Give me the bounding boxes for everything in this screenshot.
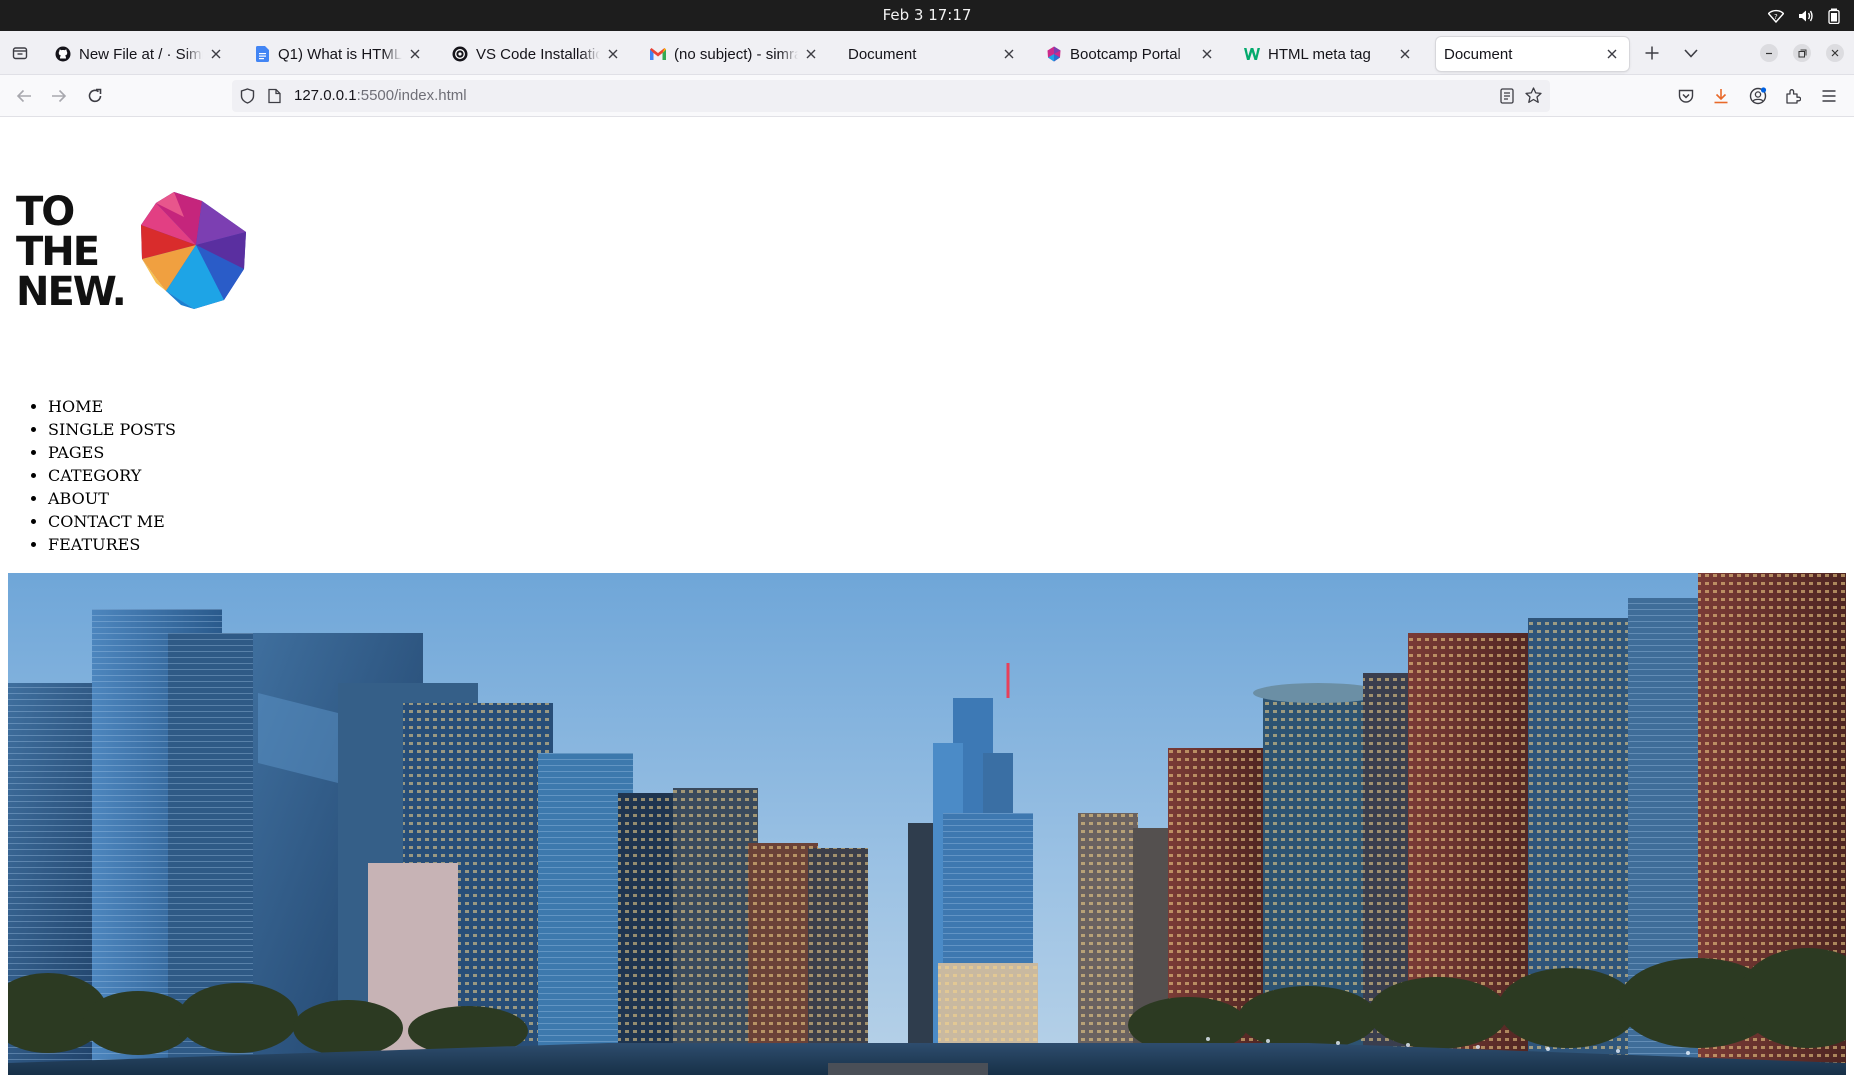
tab-title: Q1) What is HTML, an	[278, 45, 402, 63]
tab-bootcamp-portal[interactable]: Bootcamp Portal	[1038, 37, 1224, 71]
nav-link-contact-me[interactable]: CONTACT ME	[48, 512, 165, 531]
page-info-icon[interactable]	[268, 88, 281, 108]
nav-item-features: FEATURES	[48, 533, 176, 556]
tab-github[interactable]: New File at / · Simran	[47, 37, 233, 71]
tab-title: HTML meta tag	[1268, 45, 1371, 63]
tab-document[interactable]: Document	[840, 37, 1026, 71]
close-tab-icon[interactable]	[802, 45, 820, 63]
nav-link-single-posts[interactable]: SINGLE POSTS	[48, 420, 176, 439]
url-host: 127.0.0.1	[294, 87, 357, 104]
close-tab-icon[interactable]	[1396, 45, 1414, 63]
bootcamp-icon	[1046, 46, 1062, 62]
back-icon[interactable]	[10, 82, 38, 110]
url-path: :5500/index.html	[356, 87, 467, 104]
nav-link-about[interactable]: ABOUT	[48, 489, 109, 508]
system-top-bar: Feb 3 17:17 ?	[0, 0, 1854, 31]
app-menu-icon[interactable]	[1815, 82, 1843, 110]
tab-gmail[interactable]: (no subject) - simrank	[642, 37, 828, 71]
close-window-icon[interactable]	[1826, 44, 1844, 62]
tab-w3schools[interactable]: HTML meta tag	[1236, 37, 1422, 71]
gmail-icon	[650, 46, 666, 62]
nav-item-pages: PAGES	[48, 441, 176, 464]
url-text[interactable]: 127.0.0.1:5500/index.html	[294, 80, 467, 112]
browser-tab-strip: New File at / · Simran Q1) What is HTML,…	[0, 31, 1854, 75]
close-tab-icon[interactable]	[1000, 45, 1018, 63]
tab-google-doc[interactable]: Q1) What is HTML, an	[246, 37, 432, 71]
nav-link-pages[interactable]: PAGES	[48, 443, 104, 462]
list-all-tabs-icon[interactable]	[1677, 39, 1705, 67]
close-tab-icon[interactable]	[1603, 45, 1621, 63]
reload-icon[interactable]	[81, 82, 109, 110]
w3schools-icon	[1244, 46, 1260, 62]
battery-icon[interactable]	[1828, 8, 1840, 24]
nav-item-home: HOME	[48, 395, 176, 418]
new-tab-icon[interactable]	[1638, 39, 1666, 67]
nav-item-contact-me: CONTACT ME	[48, 510, 176, 533]
github-icon	[55, 46, 71, 62]
restore-icon[interactable]	[1793, 44, 1811, 62]
volume-icon[interactable]	[1798, 9, 1814, 23]
to-the-new-logo: TO THE NEW.	[16, 187, 251, 315]
tab-title: New File at / · Simran	[79, 45, 203, 63]
hero-skyline-image	[8, 573, 1846, 1075]
page-viewport: TO THE NEW. HOME SINGLE POSTS	[0, 117, 1854, 1075]
google-docs-icon	[254, 46, 270, 62]
gem-logo-icon	[141, 192, 246, 309]
address-bar[interactable]: 127.0.0.1:5500/index.html	[232, 80, 1550, 112]
close-tab-icon[interactable]	[207, 45, 225, 63]
downloads-icon[interactable]	[1707, 82, 1735, 110]
bookmark-star-icon[interactable]	[1525, 87, 1542, 108]
reader-view-icon[interactable]	[1500, 88, 1514, 108]
tracking-protection-shield-icon[interactable]	[240, 88, 255, 108]
nav-item-single-posts: SINGLE POSTS	[48, 418, 176, 441]
site-nav-list: HOME SINGLE POSTS PAGES CATEGORY ABOUT C…	[48, 395, 176, 556]
tab-chatgpt[interactable]: VS Code Installation H	[444, 37, 630, 71]
svg-text:?: ?	[1774, 13, 1778, 21]
firefox-view-icon[interactable]	[6, 39, 34, 67]
openai-icon	[452, 46, 468, 62]
tab-title: Document	[848, 45, 917, 63]
nav-link-features[interactable]: FEATURES	[48, 535, 140, 554]
close-tab-icon[interactable]	[604, 45, 622, 63]
nav-link-category[interactable]: CATEGORY	[48, 466, 141, 485]
forward-icon[interactable]	[45, 82, 73, 110]
system-clock[interactable]: Feb 3 17:17	[0, 0, 1854, 31]
browser-nav-bar: 127.0.0.1:5500/index.html	[0, 75, 1854, 117]
nav-item-category: CATEGORY	[48, 464, 176, 487]
tab-title: VS Code Installation H	[476, 45, 600, 63]
nav-item-about: ABOUT	[48, 487, 176, 510]
tab-title: Document	[1444, 45, 1513, 63]
pocket-icon[interactable]	[1672, 82, 1700, 110]
extensions-icon[interactable]	[1779, 82, 1807, 110]
minimize-icon[interactable]	[1760, 44, 1778, 62]
account-icon[interactable]	[1744, 82, 1772, 110]
system-tray[interactable]: ?	[1768, 0, 1840, 31]
nav-link-home[interactable]: HOME	[48, 397, 103, 416]
close-tab-icon[interactable]	[1198, 45, 1216, 63]
wifi-icon[interactable]: ?	[1768, 9, 1784, 23]
tab-title: Bootcamp Portal	[1070, 45, 1181, 63]
tab-title: (no subject) - simrank	[674, 45, 798, 63]
tab-document-active[interactable]: Document	[1436, 37, 1629, 71]
logo-word-new: NEW.	[16, 269, 125, 312]
close-tab-icon[interactable]	[406, 45, 424, 63]
